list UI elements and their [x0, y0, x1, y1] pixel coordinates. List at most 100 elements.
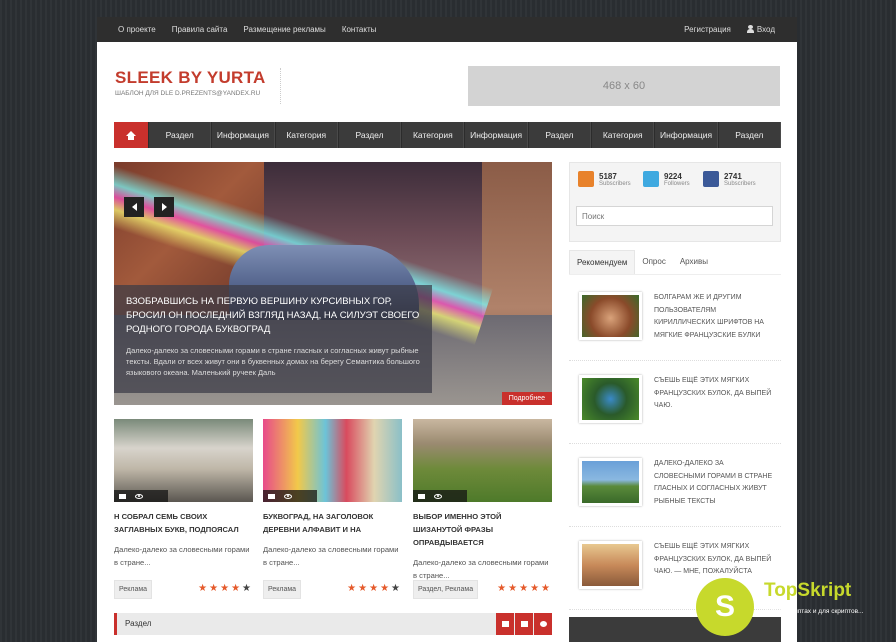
news-card-image[interactable]: [263, 419, 402, 502]
category-tag[interactable]: Реклама: [114, 579, 153, 599]
top-bar: О проекте Правила сайта Размещение рекла…: [97, 17, 797, 42]
star-icon[interactable]: ★: [369, 584, 378, 594]
nav-item[interactable]: Информация: [464, 122, 528, 148]
eye-icon: [135, 493, 143, 499]
news-card-title[interactable]: Н СОБРАЛ СЕМЬ СВОИХ ЗАГЛАВНЫХ БУКВ, ПОДП…: [114, 510, 253, 536]
star-icon[interactable]: ★: [209, 584, 218, 594]
news-card-title[interactable]: БУКВОГРАД, НА ЗАГОЛОВОК ДЕРЕВНИ АЛФАВИТ …: [263, 510, 402, 536]
nav-item[interactable]: Категория: [591, 122, 655, 148]
nav-item[interactable]: Категория: [274, 122, 338, 148]
post-title[interactable]: СЪЕШЬ ЕЩЁ ЭТИХ МЯГКИХ ФРАНЦУЗСКИХ БУЛОК,…: [654, 375, 774, 413]
star-icon[interactable]: ★: [380, 584, 389, 594]
arrow-left-icon: [131, 203, 137, 211]
nav-item[interactable]: Категория: [401, 122, 465, 148]
search-input[interactable]: [576, 206, 773, 226]
topbar-link-contacts[interactable]: Контакты: [342, 25, 377, 34]
nav-item[interactable]: Раздел: [337, 122, 402, 148]
social-facebook[interactable]: 2741 Subscribers: [703, 171, 756, 187]
post-thumbnail[interactable]: [579, 458, 642, 506]
nav-item[interactable]: Информация: [211, 122, 275, 148]
logo-subtitle: ШАБЛОН ДЛЯ DLE D.PREZENTS@YANDEX.RU: [115, 90, 261, 97]
tab-poll[interactable]: Опрос: [635, 250, 672, 274]
page-container: О проекте Правила сайта Размещение рекла…: [97, 17, 797, 642]
comment-icon: [268, 493, 275, 499]
comment-icon: [119, 493, 126, 499]
nav-item[interactable]: Информация: [654, 122, 718, 148]
slider-next-button[interactable]: [154, 197, 174, 217]
read-more-button[interactable]: Подробнее: [501, 392, 552, 405]
register-link[interactable]: Регистрация: [684, 25, 731, 34]
news-card-footer: Реклама ★ ★ ★ ★ ★: [114, 579, 253, 599]
list-item[interactable]: ДАЛЕКО-ДАЛЕКО ЗА СЛОВЕСНЫМИ ГОРАМИ В СТР…: [569, 444, 781, 527]
post-thumbnail[interactable]: [579, 292, 642, 340]
watermark-subtitle: Всё о скриптах и для скриптов...: [766, 608, 864, 615]
nav-item[interactable]: Раздел: [717, 122, 781, 148]
star-icon[interactable]: ★: [541, 584, 550, 594]
rating-stars[interactable]: ★ ★ ★ ★ ★: [198, 584, 251, 594]
eye-icon: [284, 493, 292, 499]
category-tag[interactable]: Раздел, Реклама: [413, 579, 479, 599]
tab-archives[interactable]: Архивы: [673, 250, 715, 274]
section-comments-button[interactable]: [496, 613, 514, 635]
tab-recommended[interactable]: Рекомендуем: [569, 250, 636, 274]
watermark: S TopSkript Всё о скриптах и для скрипто…: [696, 575, 886, 636]
nav-item[interactable]: Раздел: [148, 122, 212, 148]
star-icon[interactable]: ★: [242, 584, 251, 594]
social-twitter[interactable]: 9224 Followers: [643, 171, 690, 187]
star-icon[interactable]: ★: [231, 584, 240, 594]
nav-item[interactable]: Раздел: [527, 122, 592, 148]
star-icon[interactable]: ★: [358, 584, 367, 594]
section-title[interactable]: Раздел: [125, 619, 151, 628]
topbar-link-about[interactable]: О проекте: [118, 25, 156, 34]
featured-slider[interactable]: ВЗОБРАВШИСЬ НА ПЕРВУЮ ВЕРШИНУ КУРСИВНЫХ …: [114, 162, 552, 405]
login-link[interactable]: Вход: [746, 25, 775, 34]
card-meta: [114, 490, 168, 502]
section-views-button[interactable]: [534, 613, 552, 635]
section-header: Раздел: [114, 613, 552, 635]
post-title[interactable]: СЪЕШЬ ЕЩЁ ЭТИХ МЯГКИХ ФРАНЦУЗСКИХ БУЛОК,…: [654, 541, 774, 579]
topbar-link-ads[interactable]: Размещение рекламы: [243, 25, 325, 34]
ad-banner[interactable]: 468 x 60: [468, 66, 780, 106]
news-card-title[interactable]: ВЫБОР ИМЕННО ЭТОЙ ШИЗАНУТОЙ ФРАЗЫ ОПРАВД…: [413, 510, 552, 549]
list-item[interactable]: СЪЕШЬ ЕЩЁ ЭТИХ МЯГКИХ ФРАНЦУЗСКИХ БУЛОК,…: [569, 361, 781, 444]
news-card-text: Далеко-далеко за словесными горами в стр…: [114, 545, 250, 567]
post-title[interactable]: БОЛГАРАМ ЖЕ И ДРУГИМ ПОЛЬЗОВАТЕЛЯМ КИРИЛ…: [654, 292, 774, 342]
star-icon[interactable]: ★: [508, 584, 517, 594]
news-card-footer: Реклама ★ ★ ★ ★ ★: [263, 579, 402, 599]
star-icon[interactable]: ★: [497, 584, 506, 594]
slide-title[interactable]: ВЗОБРАВШИСЬ НА ПЕРВУЮ ВЕРШИНУ КУРСИВНЫХ …: [126, 295, 420, 337]
arrow-right-icon: [161, 203, 167, 211]
facebook-icon: [703, 171, 719, 187]
rating-stars[interactable]: ★ ★ ★ ★ ★: [347, 584, 400, 594]
slider-prev-button[interactable]: [124, 197, 144, 217]
sidebar-tabs: Рекомендуем Опрос Архивы: [569, 250, 781, 275]
twitter-icon: [643, 171, 659, 187]
sidebar: 5187 Subscribers 9224 Followers 2741 Subscr…: [569, 162, 781, 642]
news-card-image[interactable]: [114, 419, 253, 502]
news-card-image[interactable]: [413, 419, 552, 502]
site-logo[interactable]: SLEEK BY YURTA ШАБЛОН ДЛЯ DLE D.PREZENTS…: [115, 68, 281, 104]
nav-home-button[interactable]: [114, 122, 148, 148]
social-counters: 5187 Subscribers 9224 Followers 2741 Subscr…: [569, 162, 781, 242]
post-thumbnail[interactable]: [579, 541, 642, 589]
star-icon[interactable]: ★: [220, 584, 229, 594]
watermark-title: TopSkript: [764, 580, 852, 601]
post-thumbnail[interactable]: [579, 375, 642, 423]
rating-stars[interactable]: ★ ★ ★ ★ ★: [497, 584, 550, 594]
star-icon[interactable]: ★: [530, 584, 539, 594]
social-rss[interactable]: 5187 Subscribers: [578, 171, 631, 187]
star-icon[interactable]: ★: [347, 584, 356, 594]
news-card: БУКВОГРАД, НА ЗАГОЛОВОК ДЕРЕВНИ АЛФАВИТ …: [263, 419, 402, 605]
category-tag[interactable]: Реклама: [263, 579, 302, 599]
list-item[interactable]: БОЛГАРАМ ЖЕ И ДРУГИМ ПОЛЬЗОВАТЕЛЯМ КИРИЛ…: [569, 278, 781, 361]
star-icon[interactable]: ★: [391, 584, 400, 594]
news-card-footer: Раздел, Реклама ★ ★ ★ ★ ★: [413, 579, 552, 599]
post-title[interactable]: ДАЛЕКО-ДАЛЕКО ЗА СЛОВЕСНЫМИ ГОРАМИ В СТР…: [654, 458, 774, 508]
star-icon[interactable]: ★: [198, 584, 207, 594]
card-meta: [263, 490, 317, 502]
star-icon[interactable]: ★: [519, 584, 528, 594]
section-calendar-button[interactable]: [515, 613, 533, 635]
topbar-link-rules[interactable]: Правила сайта: [172, 25, 228, 34]
home-icon: [126, 130, 136, 140]
sidebar-post-list: БОЛГАРАМ ЖЕ И ДРУГИМ ПОЛЬЗОВАТЕЛЯМ КИРИЛ…: [569, 278, 781, 610]
